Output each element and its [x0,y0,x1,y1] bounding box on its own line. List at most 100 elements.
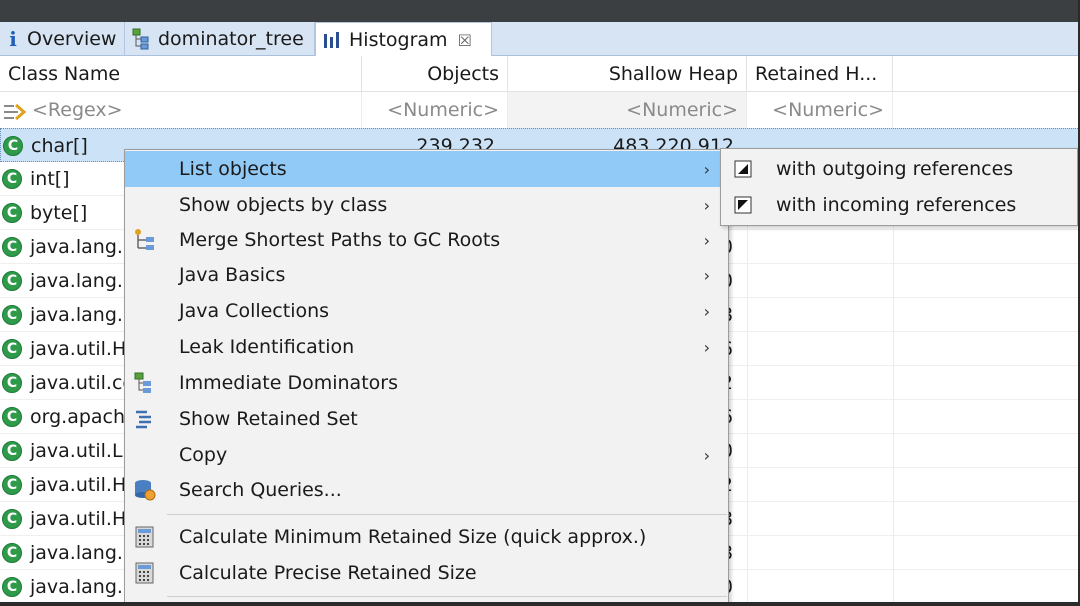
class-name-cell: int[] [30,168,70,190]
retained-heap-filter[interactable]: <Numeric> [747,92,893,128]
menu-separator [167,596,727,597]
shallow-heap-filter[interactable]: <Numeric> [508,92,747,128]
submenu-item-outgoing-references[interactable]: with outgoing references [721,151,1077,187]
submenu-arrow-icon: › [703,445,710,465]
search-queries-icon [133,478,157,502]
class-name-filter[interactable]: <Regex> [0,92,362,128]
class-icon: C [2,475,22,495]
menu-separator [167,514,727,515]
tab-dominator-tree[interactable]: dominator_tree [125,22,315,56]
class-icon: C [3,136,23,156]
class-icon: C [2,577,22,597]
tab-histogram[interactable]: Histogram ☒ [315,22,492,57]
menu-item-label: Java Basics [179,264,286,286]
submenu-arrow-icon: › [703,265,710,285]
window-edge [0,602,1080,606]
menu-item-label: Search Queries... [179,479,342,501]
class-name-cell: java.lang.r [30,304,131,326]
class-name-cell: java.util.Ha [30,474,138,496]
class-name-cell: java.util.Ha [30,508,138,530]
menu-item-label: Immediate Dominators [179,372,398,394]
column-class-name[interactable]: Class Name [0,56,362,92]
tab-dominator-tree-label: dominator_tree [158,28,304,50]
histogram-icon [322,30,342,50]
class-icon: C [2,271,22,291]
objects-filter[interactable]: <Numeric> [362,92,508,128]
submenu-arrow-icon: › [703,195,710,215]
menu-item-label: Calculate Minimum Retained Size (quick a… [179,526,647,548]
window-top-strip [0,0,1080,22]
column-retained-heap[interactable]: Retained H... [747,56,893,92]
menu-item-label: Leak Identification [179,336,355,358]
class-icon: C [2,237,22,257]
close-tab-icon[interactable]: ☒ [458,31,472,50]
column-shallow-heap[interactable]: Shallow Heap [508,56,747,92]
class-name-cell: java.lang.C [30,270,137,292]
class-icon: C [2,407,22,427]
menu-item-show-retained-set[interactable]: Show Retained Set [125,401,728,437]
menu-item-label: Merge Shortest Paths to GC Roots [179,229,501,251]
submenu-arrow-icon: › [703,159,710,179]
heap-analyzer-window: i Overview dominator_tree Histogram ☒ Cl… [0,0,1080,606]
menu-item-label: List objects [179,158,287,180]
class-icon: C [2,441,22,461]
submenu-arrow-icon: › [703,301,710,321]
tab-overview-label: Overview [27,28,117,50]
menu-item-list-objects[interactable]: List objects › [125,151,728,187]
submenu-item-label: with incoming references [776,194,1017,216]
table-header: Class Name Objects Shallow Heap Retained… [0,56,1080,92]
menu-item-label: Calculate Precise Retained Size [179,562,477,584]
retained-set-icon [133,407,157,431]
tree-icon [131,28,151,50]
submenu-arrow-icon: › [703,230,710,250]
class-icon: C [2,169,22,189]
menu-item-label: Java Collections [179,300,330,322]
context-menu: List objects › Show objects by class › M… [124,149,729,606]
submenu-item-label: with outgoing references [776,158,1014,180]
regex-placeholder: <Regex> [32,99,123,121]
menu-item-copy[interactable]: Copy › [125,437,728,473]
menu-item-java-collections[interactable]: Java Collections › [125,293,728,329]
menu-item-immediate-dominators[interactable]: Immediate Dominators [125,365,728,401]
info-icon: i [9,27,17,51]
dominators-icon [133,371,157,395]
class-name-cell: java.lang.S [30,542,135,564]
calculator-icon [133,561,157,585]
regex-filter-icon [2,99,28,121]
class-icon: C [2,509,22,529]
class-name-cell: char[] [31,135,88,157]
incoming-references-icon [733,195,753,215]
class-icon: C [2,373,22,393]
column-shallow-heap-label: Shallow Heap [608,63,738,85]
class-name-cell: java.util.Ha [30,338,138,360]
menu-item-search-queries[interactable]: Search Queries... [125,472,728,508]
column-objects[interactable]: Objects [362,56,508,92]
class-name-cell: java.lang.r [30,576,131,598]
editor-tab-bar: i Overview dominator_tree Histogram ☒ [0,22,1080,57]
class-icon: C [2,203,22,223]
tab-overview[interactable]: i Overview [0,22,125,56]
class-name-cell: java.util.co [30,372,135,394]
menu-item-calculate-precise-retained-size[interactable]: Calculate Precise Retained Size [125,555,728,591]
menu-item-label: Copy [179,444,228,466]
gc-roots-icon [133,228,157,252]
class-name-cell: java.util.Lir [30,440,136,462]
class-icon: C [2,305,22,325]
class-icon: C [2,339,22,359]
menu-item-merge-shortest-paths[interactable]: Merge Shortest Paths to GC Roots › [125,222,728,258]
submenu-arrow-icon: › [703,337,710,357]
filter-row: <Regex> <Numeric> <Numeric> <Numeric> [0,92,1080,128]
menu-item-leak-identification[interactable]: Leak Identification › [125,329,728,365]
class-name-cell: byte[] [30,202,88,224]
calculator-icon [133,525,157,549]
class-icon: C [2,543,22,563]
menu-item-label: Show Retained Set [179,408,358,430]
menu-item-label: Show objects by class [179,194,388,216]
menu-item-calculate-minimum-retained-size[interactable]: Calculate Minimum Retained Size (quick a… [125,519,728,555]
menu-item-show-objects-by-class[interactable]: Show objects by class › [125,187,728,223]
list-objects-submenu: with outgoing references with incoming r… [720,148,1078,226]
menu-item-java-basics[interactable]: Java Basics › [125,257,728,293]
submenu-item-incoming-references[interactable]: with incoming references [721,187,1077,223]
class-name-cell: org.apach [30,406,126,428]
class-name-cell: java.lang.S [30,236,135,258]
